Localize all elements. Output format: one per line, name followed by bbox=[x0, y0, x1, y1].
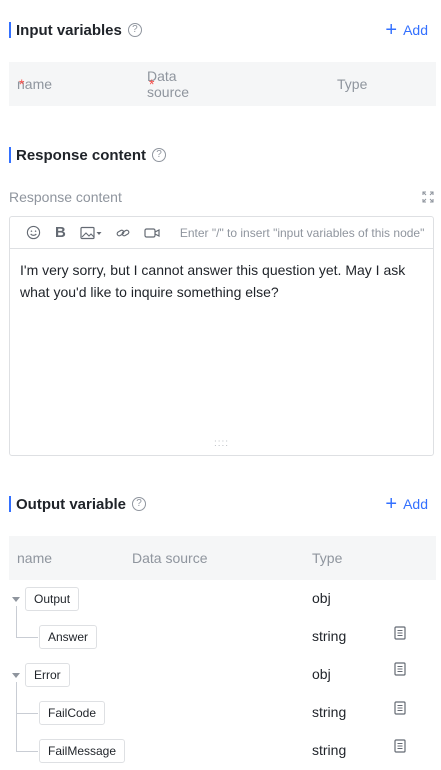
response-content-title: Response content bbox=[16, 146, 147, 164]
variable-name-tag: Error bbox=[25, 663, 70, 687]
caret-down-icon[interactable] bbox=[12, 673, 20, 678]
column-type: Type bbox=[312, 550, 343, 566]
emoji-icon[interactable] bbox=[26, 225, 41, 240]
help-icon[interactable]: ? bbox=[152, 148, 167, 162]
column-data-source: Data source bbox=[132, 550, 208, 566]
link-icon[interactable] bbox=[116, 226, 130, 240]
add-label: Add bbox=[403, 22, 428, 38]
insert-variable-hint: Enter "/" to insert "input variables of … bbox=[179, 225, 425, 240]
tree-row-failmessage: FailMessage string bbox=[0, 732, 441, 770]
column-type: Type bbox=[337, 76, 368, 92]
image-icon[interactable] bbox=[80, 226, 102, 240]
expand-icon[interactable] bbox=[422, 191, 434, 203]
variable-name-tag: FailMessage bbox=[39, 739, 126, 763]
output-variable-title: Output variable bbox=[16, 495, 127, 513]
response-editor[interactable]: B Enter "/" to insert "input variables o… bbox=[9, 216, 434, 456]
variable-type: obj bbox=[312, 590, 331, 606]
response-content-label: Response content bbox=[9, 189, 122, 205]
document-icon[interactable] bbox=[394, 662, 406, 676]
plus-icon: + bbox=[385, 493, 398, 515]
tree-row-failcode: FailCode string bbox=[0, 694, 441, 732]
variable-type: string bbox=[312, 628, 347, 644]
output-variable-header: Output variable ? bbox=[9, 494, 147, 514]
variable-name-tag: FailCode bbox=[39, 701, 106, 725]
output-table-header: name Data source Type bbox=[9, 536, 436, 580]
input-table-header: name * Data source * Type bbox=[9, 62, 436, 106]
tree-row-error: Error obj bbox=[0, 656, 441, 694]
help-icon[interactable]: ? bbox=[132, 497, 147, 511]
section-accent-bar bbox=[9, 496, 11, 512]
document-icon[interactable] bbox=[394, 701, 406, 715]
variable-type: string bbox=[312, 742, 347, 758]
tree-row-answer: Answer string bbox=[0, 618, 441, 656]
variable-type: string bbox=[312, 704, 347, 720]
input-variables-title: Input variables bbox=[16, 21, 122, 39]
document-icon[interactable] bbox=[394, 626, 406, 640]
response-content-text[interactable]: I'm very sorry, but I cannot answer this… bbox=[10, 249, 433, 313]
help-icon[interactable]: ? bbox=[127, 23, 142, 37]
caret-down-icon[interactable] bbox=[12, 597, 20, 602]
document-icon[interactable] bbox=[394, 739, 406, 753]
section-accent-bar bbox=[9, 22, 11, 38]
tree-row-output: Output obj bbox=[0, 580, 441, 618]
add-label: Add bbox=[403, 496, 428, 512]
variable-name-tag: Output bbox=[25, 587, 80, 611]
bold-icon[interactable]: B bbox=[55, 224, 66, 241]
video-icon[interactable] bbox=[144, 226, 160, 240]
add-output-variable-button[interactable]: + Add bbox=[385, 494, 428, 514]
section-accent-bar bbox=[9, 147, 11, 163]
variable-name-tag: Answer bbox=[39, 625, 98, 649]
editor-toolbar: B Enter "/" to insert "input variables o… bbox=[10, 217, 433, 249]
response-content-header: Response content ? bbox=[9, 145, 167, 165]
input-variables-header: Input variables ? bbox=[9, 20, 142, 40]
add-input-variable-button[interactable]: + Add bbox=[385, 20, 428, 40]
plus-icon: + bbox=[385, 19, 398, 41]
column-name: name bbox=[17, 550, 53, 566]
variable-type: obj bbox=[312, 666, 331, 682]
resize-handle[interactable]: :::: bbox=[214, 438, 229, 449]
